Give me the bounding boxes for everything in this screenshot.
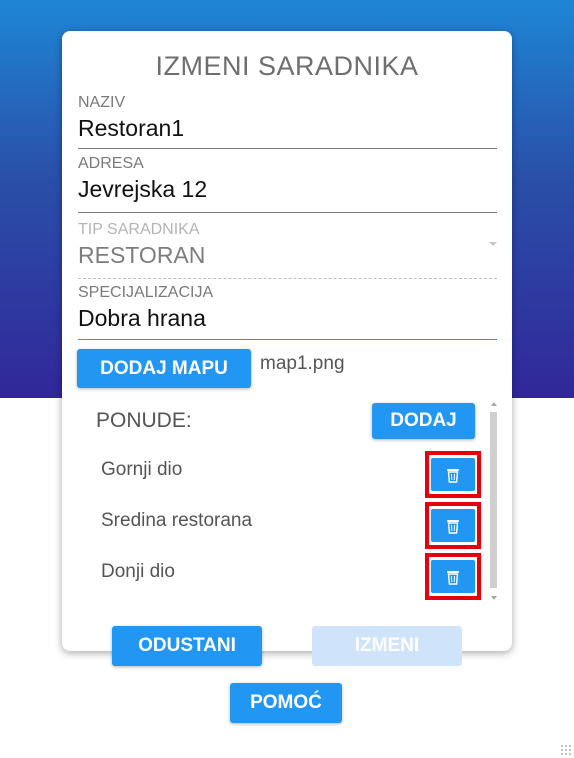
offers-scrollbar[interactable] [490,400,497,602]
delete-offer-highlight [425,502,481,549]
add-offer-button[interactable]: DODAJ [372,403,475,439]
delete-offer-button[interactable] [431,560,475,593]
delete-offer-highlight [425,451,481,498]
scroll-thumb[interactable] [490,412,497,588]
delete-offer-button[interactable] [431,458,475,491]
map-file-name: map1.png [260,353,345,374]
adresa-underline [78,212,497,213]
add-map-button[interactable]: DODAJ MAPU [77,349,251,388]
naziv-underline [78,148,497,149]
list-item: Donji dio [101,561,175,582]
offers-title: PONUDE: [96,409,192,432]
adresa-label: ADRESA [78,155,144,172]
cancel-button[interactable]: ODUSTANI [112,626,262,666]
offers-list[interactable]: PONUDE: DODAJ Gornji dio Sredina restora… [78,400,497,602]
scroll-down-icon[interactable] [491,596,497,600]
specijalizacija-value[interactable]: Dobra hrana [78,304,497,332]
tip-saradnika-underline [78,278,497,279]
specijalizacija-underline [78,339,497,340]
list-item: Gornji dio [101,459,183,480]
trash-icon [447,468,459,483]
specijalizacija-label: SPECIJALIZACIJA [78,284,214,301]
trash-icon [447,570,459,585]
delete-offer-highlight [425,553,481,600]
naziv-value[interactable]: Restoran1 [78,114,497,142]
list-item: Sredina restorana [101,510,253,531]
resize-grip-icon[interactable] [560,744,572,756]
delete-offer-button[interactable] [431,509,475,542]
save-button[interactable]: IZMENI [312,626,462,666]
scroll-up-icon[interactable] [491,402,497,406]
dialog-title: IZMENI SARADNIKA [155,51,419,81]
tip-saradnika-value: RESTORAN [78,242,206,268]
specijalizacija-field[interactable]: SPECIJALIZACIJA Dobra hrana [78,284,497,340]
edit-partner-dialog: IZMENI SARADNIKA NAZIV Restoran1 ADRESA … [62,31,512,651]
naziv-label: NAZIV [78,94,126,111]
tip-saradnika-select: TIP SARADNIKA RESTORAN [78,221,497,279]
trash-icon [447,519,459,534]
naziv-field[interactable]: NAZIV Restoran1 [78,94,497,149]
chevron-down-icon [489,242,497,246]
help-button[interactable]: POMOĆ [230,683,342,723]
tip-saradnika-label: TIP SARADNIKA [78,221,200,238]
adresa-field[interactable]: ADRESA Jevrejska 12 [78,155,497,213]
adresa-value[interactable]: Jevrejska 12 [78,175,497,203]
